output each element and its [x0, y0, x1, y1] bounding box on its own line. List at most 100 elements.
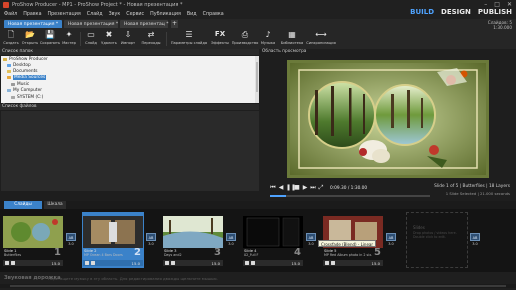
import-button[interactable]: ⇩ Импорт: [119, 30, 137, 48]
produce-icon: ⎙: [241, 30, 249, 39]
tab-show-1[interactable]: Новая презентация *: [4, 20, 62, 28]
transition-duration[interactable]: 3.0: [146, 242, 156, 246]
slide-list-scrollbar[interactable]: [0, 284, 516, 288]
produce-button[interactable]: ⎙ Производство: [231, 30, 259, 48]
tree-item-selected[interactable]: Media Sources: [7, 75, 47, 80]
sound-icon[interactable]: [171, 261, 175, 265]
sync-button[interactable]: ⟷ Синхронизация: [306, 30, 336, 48]
menu-audio[interactable]: Звук: [109, 12, 121, 17]
transition-icon[interactable]: AB: [66, 233, 76, 241]
sound-icon[interactable]: [91, 261, 95, 265]
tab-show-3[interactable]: Новая презентац *: [120, 20, 168, 28]
save-button[interactable]: 💾 Сохранить: [40, 30, 60, 48]
preview-canvas[interactable]: [287, 60, 489, 178]
tree-item[interactable]: Desktop: [7, 63, 31, 68]
empty-slide-slot[interactable]: Slides Drop photos / videos here. Double…: [406, 212, 468, 268]
camera-icon[interactable]: [245, 261, 249, 265]
music-button[interactable]: ♪ Музыка: [259, 30, 277, 48]
slide-footer: 15.0: [323, 260, 383, 266]
transition-duration[interactable]: 3.0: [306, 242, 316, 246]
skip-back-icon[interactable]: ⏮: [270, 185, 276, 191]
rewind-icon[interactable]: ◀: [278, 185, 284, 191]
slide-card[interactable]: Slide 1 Butterflies 1 15.0: [2, 212, 64, 268]
slide-duration[interactable]: 15.0: [292, 261, 300, 266]
tab-timeline[interactable]: Шкала: [44, 201, 66, 209]
transition-duration[interactable]: 3.0: [470, 242, 480, 246]
mode-design-button[interactable]: DESIGN: [441, 8, 471, 16]
transition-duration[interactable]: 3.0: [66, 242, 76, 246]
playback-progress[interactable]: [270, 195, 430, 197]
tab-slides[interactable]: Слайды: [4, 201, 42, 209]
stop-icon[interactable]: ■: [294, 185, 300, 191]
effects-button[interactable]: FX Эффекты: [210, 30, 230, 48]
skip-forward-icon[interactable]: ⏭: [310, 185, 316, 191]
transition[interactable]: AB 3.0: [146, 233, 157, 251]
sound-icon[interactable]: [331, 261, 335, 265]
folder-scrollbar[interactable]: [255, 56, 259, 103]
slide-footer: 15.0: [83, 260, 143, 266]
slide-card[interactable]: Slide 4 02_Full F 4 15.0: [242, 212, 304, 268]
library-button[interactable]: ▦ Библиотека: [280, 30, 304, 48]
transition-icon[interactable]: AB: [226, 233, 236, 241]
scrollbar-thumb[interactable]: [10, 285, 506, 287]
transition-icon[interactable]: AB: [306, 233, 316, 241]
menu-publish[interactable]: Публикация: [150, 12, 181, 17]
sound-icon[interactable]: [251, 261, 255, 265]
maximize-button[interactable]: □: [494, 1, 500, 8]
slide-duration[interactable]: 15.0: [372, 261, 380, 266]
menu-slide[interactable]: Слайд: [87, 12, 103, 17]
mode-build-button[interactable]: BUILD: [410, 8, 434, 16]
slide-duration[interactable]: 15.0: [52, 261, 60, 266]
forward-icon[interactable]: ▶: [302, 185, 308, 191]
add-slide-button[interactable]: ▭ Слайд: [83, 30, 99, 48]
menu-file[interactable]: Файл: [4, 12, 17, 17]
menu-view[interactable]: Вид: [187, 12, 197, 17]
transition[interactable]: AB 3.0: [306, 233, 317, 251]
wizard-button[interactable]: ✦ Мастер: [61, 30, 77, 48]
fullscreen-icon[interactable]: ⤢: [318, 185, 324, 191]
transition-duration[interactable]: 3.0: [386, 242, 396, 246]
camera-icon[interactable]: [165, 261, 169, 265]
tree-item[interactable]: Music: [11, 82, 29, 87]
slide-duration[interactable]: 15.0: [212, 261, 220, 266]
tab-show-2[interactable]: Новая презентация *: [64, 20, 118, 28]
tree-item[interactable]: My Computer: [7, 88, 42, 93]
transition-icon[interactable]: AB: [146, 233, 156, 241]
menu-edit[interactable]: Правка: [23, 12, 41, 17]
tree-item[interactable]: ProShow Producer: [3, 57, 48, 62]
tree-item[interactable]: SYSTEM (C:): [11, 95, 43, 100]
new-button[interactable]: 🗋 Создать: [3, 30, 19, 48]
transition[interactable]: AB 3.0: [66, 233, 77, 251]
slide-card-selected[interactable]: Slide 2 MP Ocean 4 Bars Doors 2 15.0: [82, 212, 144, 268]
close-button[interactable]: ✕: [507, 1, 512, 8]
menu-help[interactable]: Справка: [203, 12, 224, 17]
delete-button[interactable]: ✖ Удалить: [101, 30, 117, 48]
transition-icon[interactable]: AB: [386, 233, 396, 241]
slide-status: Slide 1 of 5 | Butterflies | 18 Layers: [434, 184, 510, 189]
slide-duration[interactable]: 15.0: [132, 261, 140, 266]
menu-tools[interactable]: Сервис: [126, 12, 144, 17]
transition[interactable]: AB 3.0: [470, 233, 481, 251]
slide-options-button[interactable]: ☰ Параметры слайда: [169, 30, 209, 48]
minimize-button[interactable]: –: [484, 1, 487, 8]
transition-duration[interactable]: 3.0: [226, 242, 236, 246]
camera-icon[interactable]: [85, 261, 89, 265]
slide-card[interactable]: Slide 3 Days and2 3 15.0: [162, 212, 224, 268]
file-list[interactable]: [1, 111, 259, 191]
tree-item[interactable]: Documents: [7, 69, 38, 74]
camera-icon[interactable]: [5, 261, 9, 265]
open-button[interactable]: 📂 Открыть: [21, 30, 39, 48]
scrollbar-thumb[interactable]: [256, 62, 258, 92]
transition[interactable]: AB 3.0: [226, 233, 237, 251]
progress-fill: [270, 195, 286, 197]
camera-icon[interactable]: [325, 261, 329, 265]
menu-show[interactable]: Презентация: [48, 12, 81, 17]
transitions-button[interactable]: ⇄ Переходы: [139, 30, 163, 48]
pause-icon[interactable]: ❚❚: [286, 185, 296, 191]
transition-icon[interactable]: AB: [470, 233, 480, 241]
transition[interactable]: AB 3.0: [386, 233, 397, 251]
add-tab-button[interactable]: +: [171, 20, 178, 28]
slide-list: Slide 1 Butterflies 1 15.0 AB 3.0 Slide …: [0, 209, 516, 272]
sound-icon[interactable]: [11, 261, 15, 265]
mode-publish-button[interactable]: PUBLISH: [478, 8, 512, 16]
